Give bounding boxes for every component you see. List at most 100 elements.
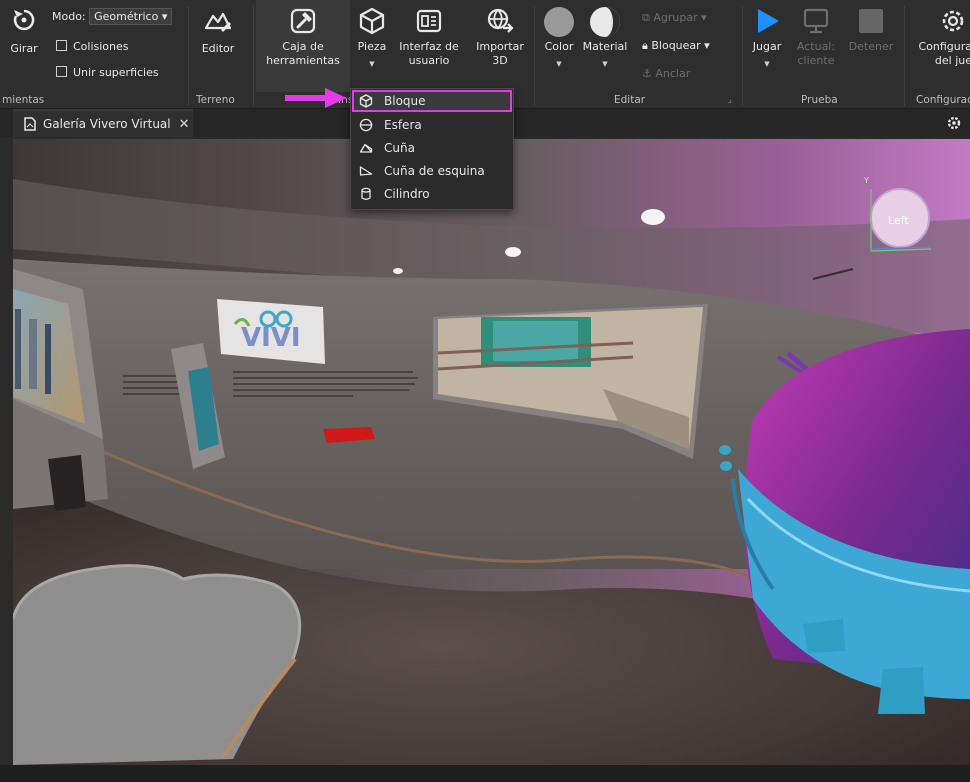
monitor-icon — [803, 8, 829, 34]
mode-selector[interactable]: Modo: Geométrico ▾ — [52, 8, 173, 25]
menu-item-label: Cuña — [384, 141, 415, 155]
rotate-icon — [13, 9, 35, 31]
part-button[interactable]: Pieza ▼ — [352, 6, 392, 71]
magenta-arrow-icon — [285, 88, 347, 108]
3d-viewport[interactable]: VIVI Left Y — [13, 139, 970, 765]
stop-button[interactable]: Detener — [846, 6, 896, 54]
ui-label-2: usuario — [408, 54, 450, 67]
game-settings-button[interactable]: Configura del jue — [910, 6, 970, 68]
color-dropdown-caret-icon[interactable]: ▼ — [540, 57, 578, 71]
lock-label: Bloquear — [651, 39, 701, 52]
ui-label-1: Interfaz de — [399, 40, 459, 53]
play-button[interactable]: Jugar ▼ — [746, 6, 788, 71]
menu-item-cylinder[interactable]: Cilindro — [352, 183, 512, 205]
anchor-label: Anclar — [655, 67, 691, 80]
group-button[interactable]: ⧉ Agrupar ▾ — [642, 11, 707, 25]
editor-label: Editor — [201, 42, 235, 55]
settings-label-2: del jue — [934, 54, 970, 67]
menu-item-label: Cuña de esquina — [384, 164, 485, 178]
wedge-icon — [359, 143, 373, 153]
separator — [253, 6, 254, 106]
tab-place[interactable]: Galería Vivero Virtual ✕ — [13, 109, 193, 137]
color-button[interactable]: Color ▼ — [540, 6, 578, 71]
menu-item-corner-wedge[interactable]: Cuña de esquina — [352, 160, 512, 182]
place-file-icon — [24, 117, 36, 131]
group-icon: ⧉ — [642, 11, 650, 24]
current-label-2: cliente — [797, 54, 835, 67]
close-tab-icon[interactable]: ✕ — [179, 117, 190, 132]
join-surfaces-label: Unir superficies — [73, 66, 159, 79]
mode-dropdown[interactable]: Geométrico ▾ — [89, 8, 173, 25]
vivi-sign-text: VIVI — [241, 323, 301, 353]
material-label: Material — [582, 40, 628, 53]
view-cube-label: Left — [888, 214, 909, 227]
lock-icon: 🔒︎ — [642, 39, 648, 52]
edit-group-label: Editar — [614, 94, 646, 106]
play-label: Jugar — [752, 40, 782, 53]
anchor-icon: ⚓︎ — [642, 67, 652, 80]
material-icon — [590, 7, 620, 37]
part-label: Pieza — [357, 40, 387, 53]
part-dropdown-caret-icon[interactable]: ▼ — [352, 57, 392, 71]
edit-expand-icon[interactable]: ⌟ — [728, 95, 732, 104]
menu-item-sphere[interactable]: Esfera — [352, 114, 512, 136]
menu-item-label: Cilindro — [384, 187, 430, 201]
stop-label: Detener — [848, 40, 894, 53]
toolbox-icon — [290, 8, 316, 34]
anchor-button[interactable]: ⚓︎ Anclar — [642, 67, 690, 80]
scene-render: VIVI Left Y — [13, 139, 970, 765]
settings-label-1: Configura — [918, 40, 970, 53]
color-label: Color — [544, 40, 574, 53]
import-3d-button[interactable]: Importar 3D — [472, 6, 528, 68]
mode-label: Modo: — [52, 10, 86, 23]
status-bar — [0, 765, 970, 782]
import-label-2: 3D — [492, 54, 508, 67]
color-swatch-icon — [544, 7, 574, 37]
collisions-check-icon — [56, 40, 67, 51]
settings-group-label: Configurac — [916, 94, 970, 106]
toolbox-label-1: Caja de — [282, 40, 324, 53]
collisions-checkbox[interactable]: Colisiones — [56, 40, 129, 53]
cube-icon — [359, 94, 373, 108]
collisions-label: Colisiones — [73, 40, 129, 53]
lock-button[interactable]: 🔒︎ Bloquear ▾ — [642, 39, 710, 53]
axis-y-label: Y — [863, 176, 869, 185]
separator — [188, 6, 189, 106]
cylinder-icon — [361, 187, 371, 200]
gear-icon — [942, 10, 964, 32]
separator — [904, 6, 905, 106]
menu-item-wedge[interactable]: Cuña — [352, 137, 512, 159]
material-button[interactable]: Material ▼ — [582, 6, 628, 71]
terrain-editor-icon — [204, 12, 232, 32]
test-group-label: Prueba — [801, 94, 838, 106]
toolbox-label-2: herramientas — [266, 54, 340, 67]
group-label: Agrupar — [653, 11, 698, 24]
tools-group-label: mientas — [2, 94, 45, 106]
join-surfaces-check-icon — [56, 66, 67, 77]
terrain-editor-button[interactable]: Editor — [196, 6, 240, 56]
play-icon — [758, 9, 779, 33]
rotate-label: Girar — [10, 42, 38, 55]
material-dropdown-caret-icon[interactable]: ▼ — [582, 57, 628, 71]
terrain-group-label: Terreno — [196, 94, 235, 106]
corner-wedge-icon — [359, 166, 373, 176]
ui-window-icon — [416, 9, 442, 33]
current-label-1: Actual: — [796, 40, 836, 53]
separator — [534, 6, 535, 106]
menu-item-label: Bloque — [384, 94, 426, 108]
view-settings-gear-icon[interactable] — [946, 115, 962, 131]
ui-button[interactable]: Interfaz de usuario — [398, 6, 460, 68]
part-dropdown-menu: Bloque Esfera Cuña Cuña de esquina Cilin… — [350, 88, 514, 210]
menu-item-block[interactable]: Bloque — [352, 90, 512, 112]
rotate-tool[interactable]: Girar — [6, 6, 42, 56]
mode-value: Geométrico — [94, 10, 159, 23]
stop-icon — [859, 9, 883, 33]
toolbox-button[interactable]: Caja de herramientas — [262, 6, 344, 68]
import-label-1: Importar — [476, 40, 524, 53]
tab-title: Galería Vivero Virtual — [43, 117, 171, 131]
menu-item-label: Esfera — [384, 118, 422, 132]
import-globe-icon — [487, 8, 514, 33]
join-surfaces-checkbox[interactable]: Unir superficies — [56, 66, 159, 79]
current-client-button[interactable]: Actual: cliente — [794, 6, 838, 68]
play-dropdown-caret-icon[interactable]: ▼ — [746, 57, 788, 71]
